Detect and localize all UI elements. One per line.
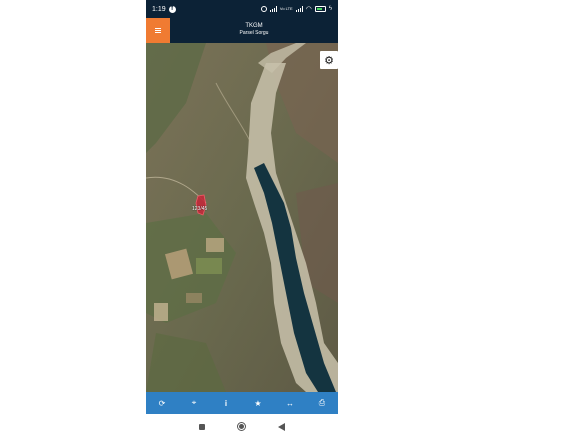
hamburger-menu-icon [155,28,161,29]
locate-icon: ⌖ [191,398,197,407]
app-title: TKGM [245,23,263,29]
refresh-icon: ⟳ [158,398,166,408]
info-button[interactable]: i [216,394,236,412]
wifi-icon: ◠ [305,6,312,13]
status-time: 1:19 [152,5,166,13]
favorite-button[interactable]: ★ [248,394,268,412]
bottom-toolbar: ⟳ ⌖ i ★ ↔ ⎙ [146,392,338,414]
menu-button[interactable] [146,18,170,43]
home-icon[interactable] [237,422,246,431]
star-icon: ★ [254,398,262,408]
system-nav-bar [146,414,338,439]
info-icon: i [224,398,228,408]
charging-icon: ϟ [328,6,332,12]
alarm-icon [260,6,267,12]
print-icon: ⎙ [318,398,326,407]
status-left: 1:19 f [152,5,176,13]
status-bar: 1:19 f Vo LTE ◠ ϟ [146,0,338,18]
signal-icon [269,6,277,12]
battery-icon [314,6,326,12]
locate-button[interactable]: ⌖ [184,394,204,412]
map-imagery [146,43,338,392]
parcel-label: 123/45 [192,206,208,212]
facebook-icon: f [168,5,176,13]
print-button[interactable]: ⎙ [312,394,332,412]
measure-button[interactable]: ↔ [280,394,300,412]
refresh-button[interactable]: ⟳ [152,394,172,412]
app-bar: TKGM Parsel Sorgu [146,18,338,43]
signal-icon-2 [295,6,303,12]
measure-icon: ↔ [286,398,294,408]
app-subtitle: Parsel Sorgu [239,30,269,36]
phone-screen: 1:19 f Vo LTE ◠ ϟ TKGM Parsel Sorgu 123/… [146,0,338,439]
network-label: Vo LTE [279,6,293,11]
settings-button[interactable]: ⚙ [320,51,338,69]
recent-apps-icon[interactable] [199,423,205,430]
satellite-map[interactable]: 123/45 [146,43,338,392]
status-right: Vo LTE ◠ ϟ [260,5,332,13]
app-titles: TKGM Parsel Sorgu [170,22,338,37]
gear-icon: ⚙ [324,54,334,67]
back-icon[interactable] [278,422,285,431]
